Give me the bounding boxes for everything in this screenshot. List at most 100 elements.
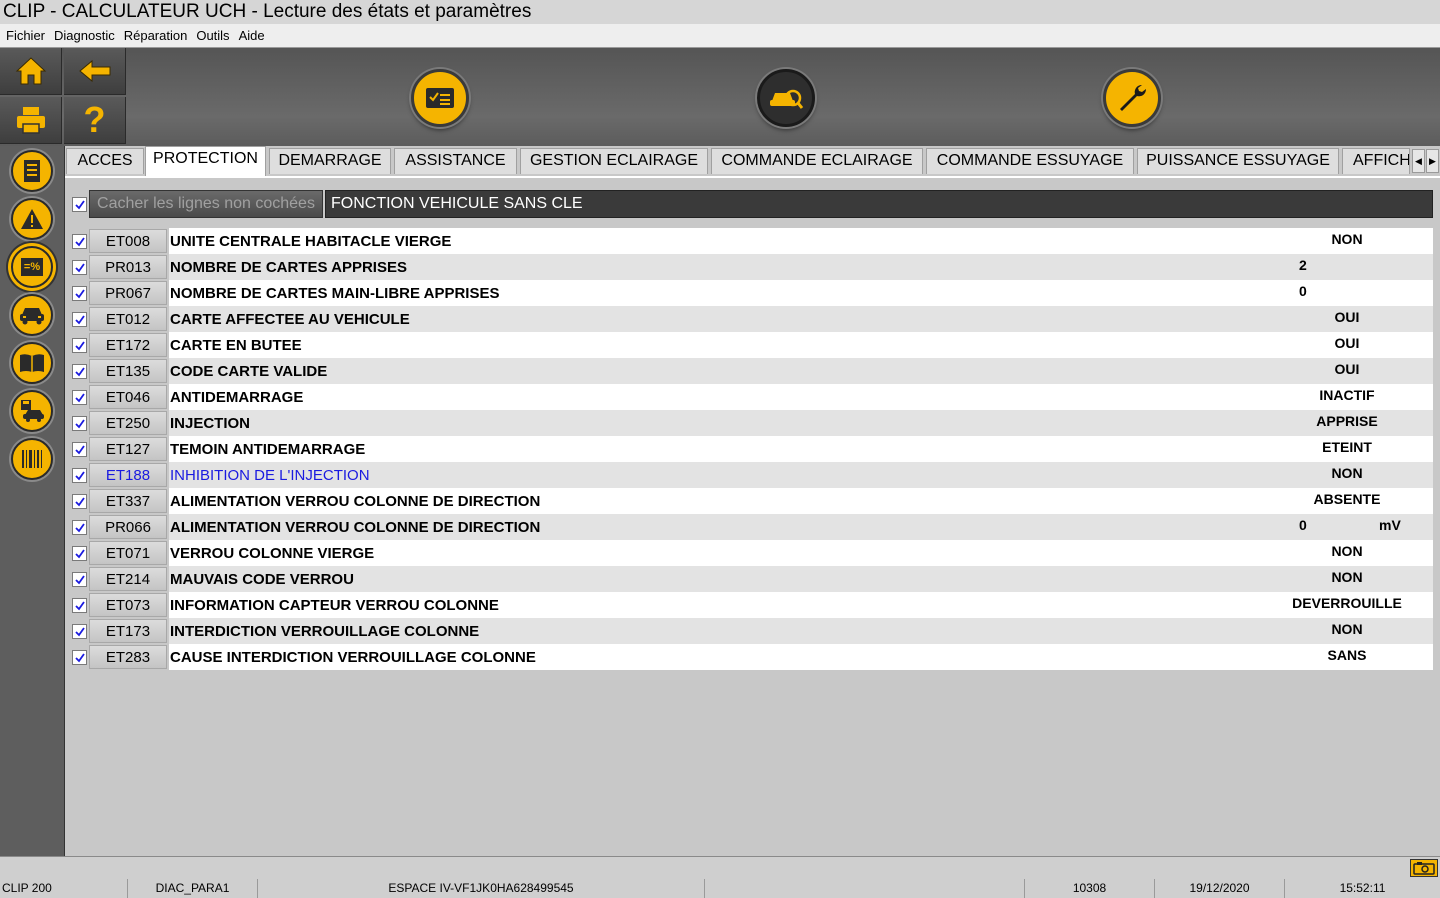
function-title: FONCTION VEHICULE SANS CLE bbox=[325, 190, 1433, 218]
row-checkbox[interactable] bbox=[72, 390, 87, 405]
status-code: 10308 bbox=[1025, 879, 1155, 898]
row-checkbox[interactable] bbox=[72, 364, 87, 379]
table-row[interactable]: ET073 INFORMATION CAPTEUR VERROU COLONNE D… bbox=[69, 592, 1433, 618]
sidebar-item-warning[interactable] bbox=[11, 198, 53, 240]
wrench-button[interactable] bbox=[1103, 69, 1161, 127]
table-row[interactable]: PR013 NOMBRE DE CARTES APPRISES 2 bbox=[69, 254, 1433, 280]
sidebar-item-parameters[interactable]: =% bbox=[11, 246, 53, 288]
row-checkbox[interactable] bbox=[72, 598, 87, 613]
row-code[interactable]: ET188 bbox=[89, 463, 167, 487]
row-checkbox[interactable] bbox=[72, 234, 87, 249]
camera-button[interactable] bbox=[1410, 859, 1438, 877]
row-checkbox[interactable] bbox=[72, 260, 87, 275]
sidebar-item-manual[interactable] bbox=[11, 342, 53, 384]
tab-assistance[interactable]: ASSISTANCE bbox=[394, 148, 517, 174]
row-code[interactable]: ET173 bbox=[89, 619, 167, 643]
row-code[interactable]: ET046 bbox=[89, 385, 167, 409]
tab-protection[interactable]: PROTECTION bbox=[145, 146, 266, 176]
checkmark-icon bbox=[74, 418, 85, 428]
tab-scroll-left[interactable]: ◀ bbox=[1412, 149, 1425, 173]
status-vehicle: ESPACE IV-VF1JK0HA628499545 bbox=[258, 879, 705, 898]
row-checkbox[interactable] bbox=[72, 650, 87, 665]
table-row[interactable]: PR067 NOMBRE DE CARTES MAIN-LIBRE APPRISE… bbox=[69, 280, 1433, 306]
checklist-button[interactable] bbox=[411, 69, 469, 127]
sidebar-item-document[interactable] bbox=[11, 150, 53, 192]
table-row[interactable]: ET046 ANTIDEMARRAGE INACTIF bbox=[69, 384, 1433, 410]
checkmark-icon bbox=[74, 262, 85, 272]
status-extra bbox=[705, 879, 1025, 898]
menu-reparation[interactable]: Réparation bbox=[120, 24, 193, 47]
row-checkbox[interactable] bbox=[72, 312, 87, 327]
menu-aide[interactable]: Aide bbox=[235, 24, 270, 47]
help-button[interactable]: ? bbox=[64, 97, 126, 144]
checklist-icon bbox=[426, 88, 454, 108]
row-label-cell: NOMBRE DE CARTES APPRISES 2 bbox=[169, 254, 1433, 280]
printer-icon bbox=[16, 107, 45, 134]
tab-scroll-right[interactable]: ▶ bbox=[1426, 149, 1439, 173]
row-checkbox[interactable] bbox=[72, 286, 87, 301]
table-row[interactable]: ET283 CAUSE INTERDICTION VERROUILLAGE COL… bbox=[69, 644, 1433, 670]
row-code[interactable]: PR013 bbox=[89, 255, 167, 279]
row-checkbox[interactable] bbox=[72, 624, 87, 639]
row-code[interactable]: ET337 bbox=[89, 489, 167, 513]
print-button[interactable] bbox=[0, 97, 62, 144]
row-label-cell: UNITE CENTRALE HABITACLE VIERGE NON bbox=[169, 228, 1433, 254]
row-code[interactable]: ET214 bbox=[89, 567, 167, 591]
table-row[interactable]: PR066 ALIMENTATION VERROU COLONNE DE DIRE… bbox=[69, 514, 1433, 540]
menu-outils[interactable]: Outils bbox=[192, 24, 234, 47]
row-code[interactable]: ET012 bbox=[89, 307, 167, 331]
hide-unchecked-label[interactable]: Cacher les lignes non cochées bbox=[89, 190, 323, 218]
row-code[interactable]: ET071 bbox=[89, 541, 167, 565]
vehicle-diagnostic-button[interactable] bbox=[757, 69, 815, 127]
checkmark-icon bbox=[74, 548, 85, 558]
tab-commande-eclairage[interactable]: COMMANDE ECLAIRAGE bbox=[711, 148, 923, 174]
table-row[interactable]: ET127 TEMOIN ANTIDEMARRAGE ETEINT bbox=[69, 436, 1433, 462]
row-checkbox[interactable] bbox=[72, 546, 87, 561]
table-row[interactable]: ET173 INTERDICTION VERROUILLAGE COLONNE NO… bbox=[69, 618, 1433, 644]
tab-commande-essuyage[interactable]: COMMANDE ESSUYAGE bbox=[926, 148, 1134, 174]
hide-unchecked-checkbox[interactable] bbox=[72, 197, 87, 212]
menu-diagnostic[interactable]: Diagnostic bbox=[50, 24, 120, 47]
row-code[interactable]: PR067 bbox=[89, 281, 167, 305]
row-code[interactable]: ET073 bbox=[89, 593, 167, 617]
row-checkbox[interactable] bbox=[72, 520, 87, 535]
tab-gestion-eclairage[interactable]: GESTION ECLAIRAGE bbox=[520, 148, 708, 174]
tab-acces[interactable]: ACCES bbox=[66, 148, 144, 174]
sidebar-item-car-save[interactable] bbox=[11, 390, 53, 432]
back-button[interactable] bbox=[64, 48, 126, 95]
document-icon bbox=[24, 160, 40, 182]
table-row[interactable]: ET188 INHIBITION DE L'INJECTION NON bbox=[69, 462, 1433, 488]
row-checkbox[interactable] bbox=[72, 338, 87, 353]
row-code[interactable]: ET135 bbox=[89, 359, 167, 383]
row-checkbox[interactable] bbox=[72, 416, 87, 431]
row-code[interactable]: PR066 bbox=[89, 515, 167, 539]
row-checkbox[interactable] bbox=[72, 442, 87, 457]
row-code[interactable]: ET008 bbox=[89, 229, 167, 253]
warning-icon bbox=[21, 209, 43, 229]
row-value: SANS bbox=[1327, 647, 1367, 663]
table-row[interactable]: ET008 UNITE CENTRALE HABITACLE VIERGE NON bbox=[69, 228, 1433, 254]
menu-fichier[interactable]: Fichier bbox=[0, 24, 50, 47]
tab-demarrage[interactable]: DEMARRAGE bbox=[269, 148, 391, 174]
table-row[interactable]: ET071 VERROU COLONNE VIERGE NON bbox=[69, 540, 1433, 566]
row-value: INACTIF bbox=[1319, 387, 1375, 403]
main-panel: ACCES PROTECTION DEMARRAGE ASSISTANCE GE… bbox=[65, 146, 1440, 856]
row-code[interactable]: ET250 bbox=[89, 411, 167, 435]
home-button[interactable] bbox=[0, 48, 62, 95]
table-row[interactable]: ET012 CARTE AFFECTEE AU VEHICULE OUI bbox=[69, 306, 1433, 332]
table-row[interactable]: ET135 CODE CARTE VALIDE OUI bbox=[69, 358, 1433, 384]
row-code[interactable]: ET283 bbox=[89, 645, 167, 669]
tab-affich[interactable]: AFFICH bbox=[1342, 148, 1410, 174]
table-row[interactable]: ET172 CARTE EN BUTEE OUI bbox=[69, 332, 1433, 358]
row-code[interactable]: ET172 bbox=[89, 333, 167, 357]
row-code[interactable]: ET127 bbox=[89, 437, 167, 461]
row-checkbox[interactable] bbox=[72, 494, 87, 509]
row-checkbox[interactable] bbox=[72, 572, 87, 587]
row-checkbox[interactable] bbox=[72, 468, 87, 483]
tab-puissance-essuyage[interactable]: PUISSANCE ESSUYAGE bbox=[1137, 148, 1339, 174]
table-row[interactable]: ET250 INJECTION APPRISE bbox=[69, 410, 1433, 436]
table-row[interactable]: ET214 MAUVAIS CODE VERROU NON bbox=[69, 566, 1433, 592]
sidebar-item-barcode[interactable] bbox=[11, 438, 53, 480]
sidebar-item-car[interactable] bbox=[11, 294, 53, 336]
table-row[interactable]: ET337 ALIMENTATION VERROU COLONNE DE DIRE… bbox=[69, 488, 1433, 514]
